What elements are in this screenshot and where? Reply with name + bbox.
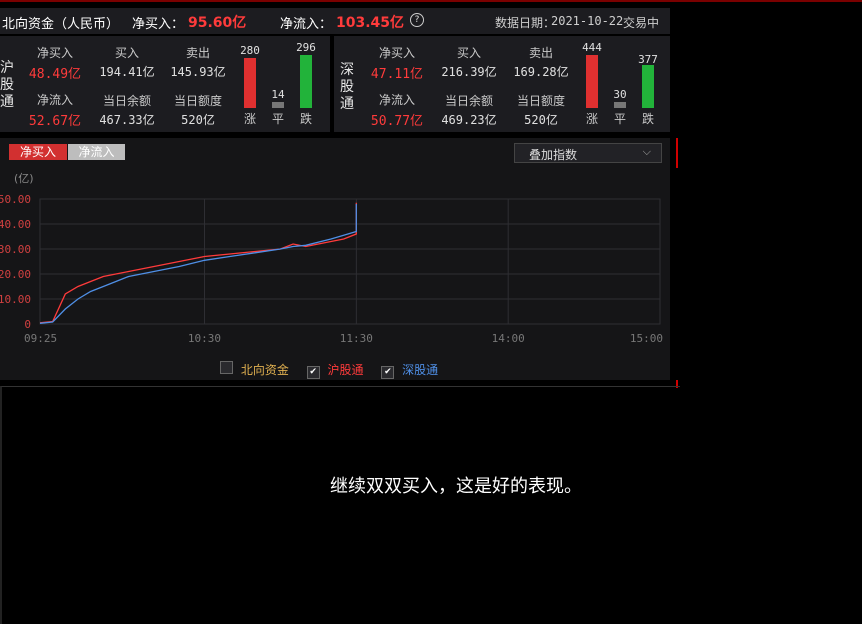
y-axis-label: (亿) (14, 172, 34, 185)
sz-sell-label: 卖出 (528, 46, 553, 60)
sh-quota-value: 520亿 (181, 113, 215, 127)
sz-quota-value: 520亿 (524, 113, 558, 127)
sz-buy-label: 买入 (456, 46, 481, 60)
trading-status: 交易中 (623, 16, 660, 30)
data-date-label: 数据日期： (495, 16, 556, 30)
line-chart: 0 10.00 20.00 30.00 40.00 50.00 (亿) 09:25 10:30 1… (0, 172, 663, 345)
right-edge-red (676, 138, 678, 168)
sz-quota-label: 当日额度 (516, 94, 565, 108)
net-buy-value: 95.60亿 (188, 15, 247, 31)
legend-sz-checkbox[interactable]: ✔ (381, 366, 395, 379)
sh-net-buy-label: 净买入 (36, 46, 73, 60)
y-tick-label: 50.00 (0, 193, 31, 206)
page-title: 北向资金（人民币） (2, 17, 120, 32)
legend-sz-label: 深股通 (402, 363, 439, 377)
sz-net-flow-value: 50.77亿 (370, 114, 424, 129)
sh-net-flow-label: 净流入 (36, 93, 73, 107)
sz-down-bar (642, 65, 654, 108)
sz-up-label: 涨 (585, 112, 598, 126)
sh-buy-label: 买入 (114, 46, 139, 60)
series-line (39, 204, 357, 324)
sh-balance-label: 当日余额 (102, 94, 151, 108)
sh-quota-label: 当日额度 (173, 94, 222, 108)
sh-flat-label: 平 (271, 112, 284, 126)
x-tick-label: 11:30 (340, 332, 373, 345)
caption-text: 继续双双买入，这是好的表现。 (330, 476, 582, 497)
x-tick-label: 15:00 (630, 332, 663, 345)
sz-net-buy-value: 47.11亿 (370, 67, 424, 82)
question-circle-icon[interactable]: ? (410, 13, 424, 27)
y-tick-label: 30.00 (0, 243, 31, 256)
sh-connect-panel: 沪股通 净买入 48.49亿 买入 194.41亿 卖出 145.93亿 净流入… (0, 36, 330, 132)
plot-frame (39, 198, 661, 325)
sz-balance-label: 当日余额 (444, 94, 493, 108)
data-date-value: 2021-10-22 (551, 14, 624, 28)
series-line (39, 202, 357, 324)
sh-connect-name: 沪股通 (0, 60, 14, 110)
sz-connect-panel: 深股通 净买入 47.11亿 买入 216.39亿 卖出 169.28亿 净流入… (334, 36, 670, 132)
sz-up-bar (586, 55, 598, 108)
sh-up-count: 280 (240, 44, 260, 57)
header-bar: 北向资金（人民币） 净买入： 95.60亿 净流入： 103.45亿 ? 数据日… (0, 8, 670, 34)
sz-sell-value: 169.28亿 (513, 65, 569, 79)
legend-north-checkbox[interactable] (220, 361, 233, 374)
x-tick-label: 10:30 (188, 332, 221, 345)
net-buy-label: 净买入： (132, 17, 185, 32)
y-tick-label: 0 (24, 318, 31, 331)
sz-flat-bar (614, 102, 626, 108)
sh-flat-count: 14 (271, 88, 285, 101)
legend-sh-checkbox[interactable]: ✔ (306, 366, 320, 379)
sh-net-buy-value: 48.49亿 (28, 67, 82, 82)
x-tick-label: 09:25 (24, 332, 57, 345)
net-flow-value: 103.45亿 (336, 15, 405, 31)
y-tick-label: 40.00 (0, 218, 31, 231)
sh-down-label: 跌 (299, 112, 312, 126)
sz-net-buy-label: 净买入 (378, 46, 415, 60)
sz-flat-count: 30 (613, 88, 627, 101)
chart-panel: 净买入 净流入 叠加指数 ⌵ 0 10.00 20.00 30.00 40.00 50.0… (0, 138, 670, 380)
bottom-frame (0, 386, 680, 624)
legend-sh-label: 沪股通 (327, 363, 364, 377)
sh-sell-label: 卖出 (185, 46, 210, 60)
sh-down-bar (300, 55, 312, 108)
legend: 北向资金 ✔ 沪股通 ✔ 深股通 (220, 361, 438, 379)
sh-buy-value: 194.41亿 (99, 65, 155, 79)
sh-flat-bar (272, 102, 284, 108)
top-border-red (0, 0, 862, 2)
sz-connect-name: 深股通 (340, 62, 354, 112)
legend-north-label: 北向资金 (240, 363, 289, 377)
net-flow-label: 净流入： (280, 17, 333, 32)
sz-buy-value: 216.39亿 (441, 65, 497, 79)
y-tick-label: 20.00 (0, 268, 31, 281)
sh-net-flow-value: 52.67亿 (28, 114, 82, 129)
sh-sell-value: 145.93亿 (170, 65, 226, 79)
sh-down-count: 296 (296, 41, 316, 54)
y-tick-label: 10.00 (0, 293, 31, 306)
sh-up-label: 涨 (243, 112, 256, 126)
sz-balance-value: 469.23亿 (441, 113, 497, 127)
sz-net-flow-label: 净流入 (378, 93, 415, 107)
x-tick-label: 14:00 (492, 332, 525, 345)
sz-flat-label: 平 (613, 112, 626, 126)
sh-up-bar (244, 58, 256, 108)
sz-up-count: 444 (582, 41, 602, 54)
sh-balance-value: 467.33亿 (99, 113, 155, 127)
sz-down-label: 跌 (641, 112, 654, 126)
